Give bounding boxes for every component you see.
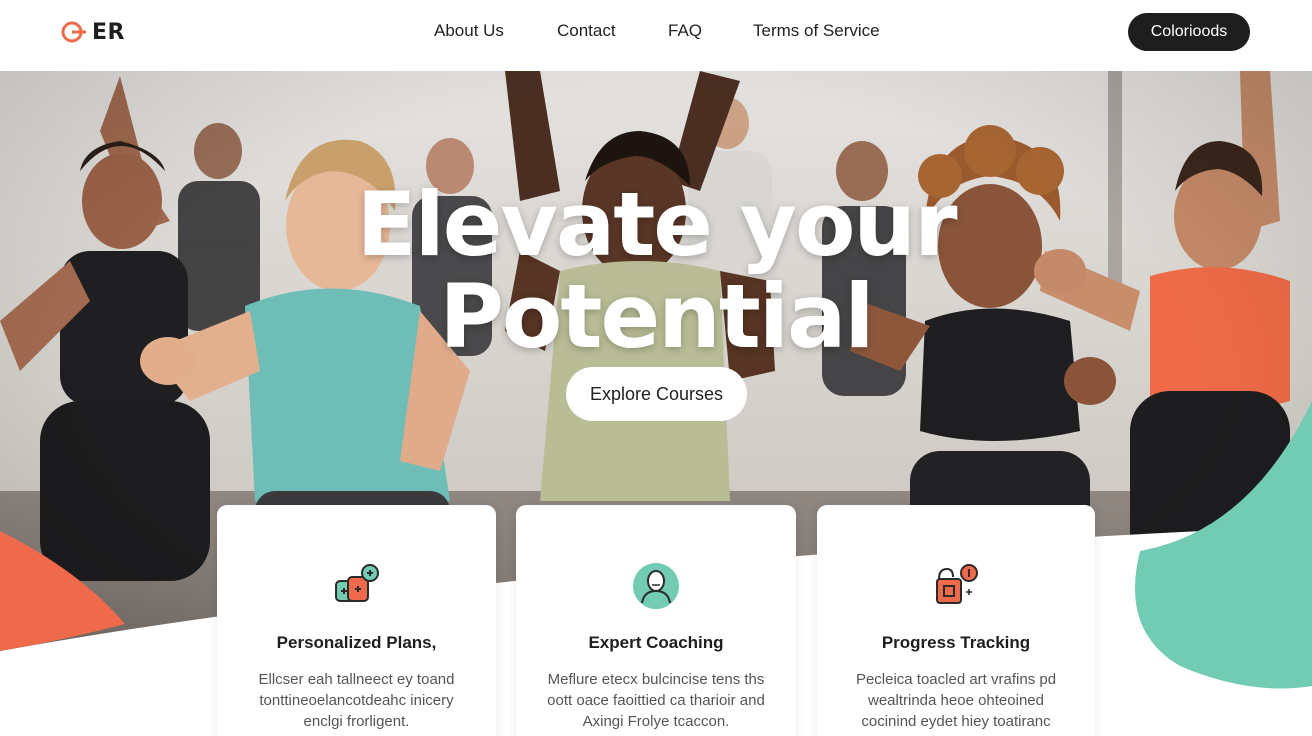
feature-card-progress-tracking[interactable]: Progress Tracking Pecleica toacled art v… bbox=[817, 505, 1095, 736]
card-title: Progress Tracking bbox=[881, 633, 1031, 652]
nav-faq[interactable]: FAQ bbox=[668, 21, 702, 41]
nav-contact[interactable]: Contact bbox=[557, 21, 616, 41]
header-cta-button[interactable]: Colorioods bbox=[1128, 13, 1250, 51]
card-title: Expert Coaching bbox=[588, 633, 724, 652]
hero-section: Elevate your Potential Explore Courses P… bbox=[0, 71, 1312, 736]
feature-card-personalized-plans[interactable]: Personalized Plans, Ellcser eah tallneec… bbox=[217, 505, 496, 736]
main-nav: About Us Contact FAQ Terms of Service bbox=[0, 21, 1312, 43]
coach-icon bbox=[633, 563, 679, 609]
site-header: ER About Us Contact FAQ Terms of Service… bbox=[0, 0, 1312, 71]
feature-card-expert-coaching[interactable]: Expert Coaching Meflure etecx bulcincise… bbox=[516, 505, 796, 736]
card-description: Meflure etecx bulcincise tens ths oott o… bbox=[547, 671, 765, 730]
hero-title: Elevate your Potential bbox=[0, 179, 1312, 363]
tracking-icon bbox=[936, 564, 978, 604]
card-description: Pecleica toacled art vrafins pd wealtrin… bbox=[855, 671, 1057, 730]
nav-about-us[interactable]: About Us bbox=[434, 21, 504, 41]
hero-title-line-1: Elevate your bbox=[356, 173, 958, 276]
card-title: Personalized Plans, bbox=[276, 633, 437, 652]
plans-icon bbox=[334, 564, 379, 602]
card-description: Ellcser eah tallneect ey toand tonttineo… bbox=[258, 671, 455, 730]
nav-terms-of-service[interactable]: Terms of Service bbox=[753, 21, 880, 41]
explore-courses-button[interactable]: Explore Courses bbox=[566, 367, 747, 421]
hero-title-line-2: Potential bbox=[439, 265, 874, 368]
